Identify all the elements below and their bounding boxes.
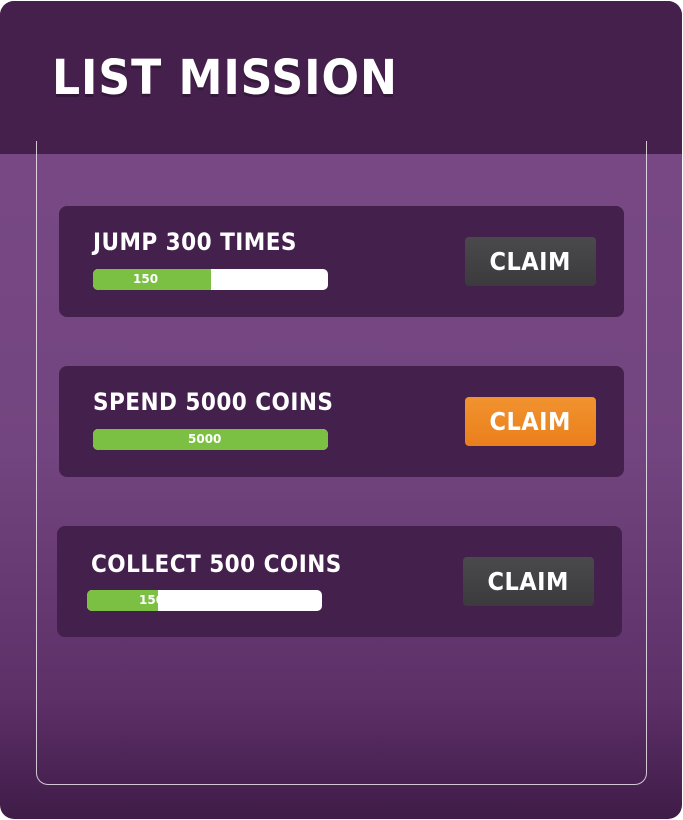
mission-title: SPEND 5000 COINS xyxy=(93,388,334,416)
claim-button[interactable]: CLAIM xyxy=(465,237,596,286)
claim-label: CLAIM xyxy=(489,407,572,436)
progress-label: 150 xyxy=(139,593,165,607)
mission-title: JUMP 300 TIMES xyxy=(93,228,297,256)
progress-label: 150 xyxy=(133,272,159,286)
progress-bar: 150 xyxy=(93,269,328,290)
claim-label: CLAIM xyxy=(489,247,572,276)
claim-button[interactable]: CLAIM xyxy=(463,557,594,606)
progress-bar: 150 xyxy=(87,590,322,611)
mission-card: SPEND 5000 COINS 5000 CLAIM xyxy=(59,366,624,477)
claim-button[interactable]: CLAIM xyxy=(465,397,596,446)
mission-card: JUMP 300 TIMES 150 CLAIM xyxy=(59,206,624,317)
mission-card: COLLECT 500 COINS 150 CLAIM xyxy=(57,526,622,637)
panel-header: LIST MISSION xyxy=(0,1,682,154)
mission-title: COLLECT 500 COINS xyxy=(91,550,342,578)
page-title: LIST MISSION xyxy=(52,50,398,106)
progress-bar: 5000 xyxy=(93,429,328,450)
claim-label: CLAIM xyxy=(487,567,570,596)
progress-label: 5000 xyxy=(188,432,222,446)
